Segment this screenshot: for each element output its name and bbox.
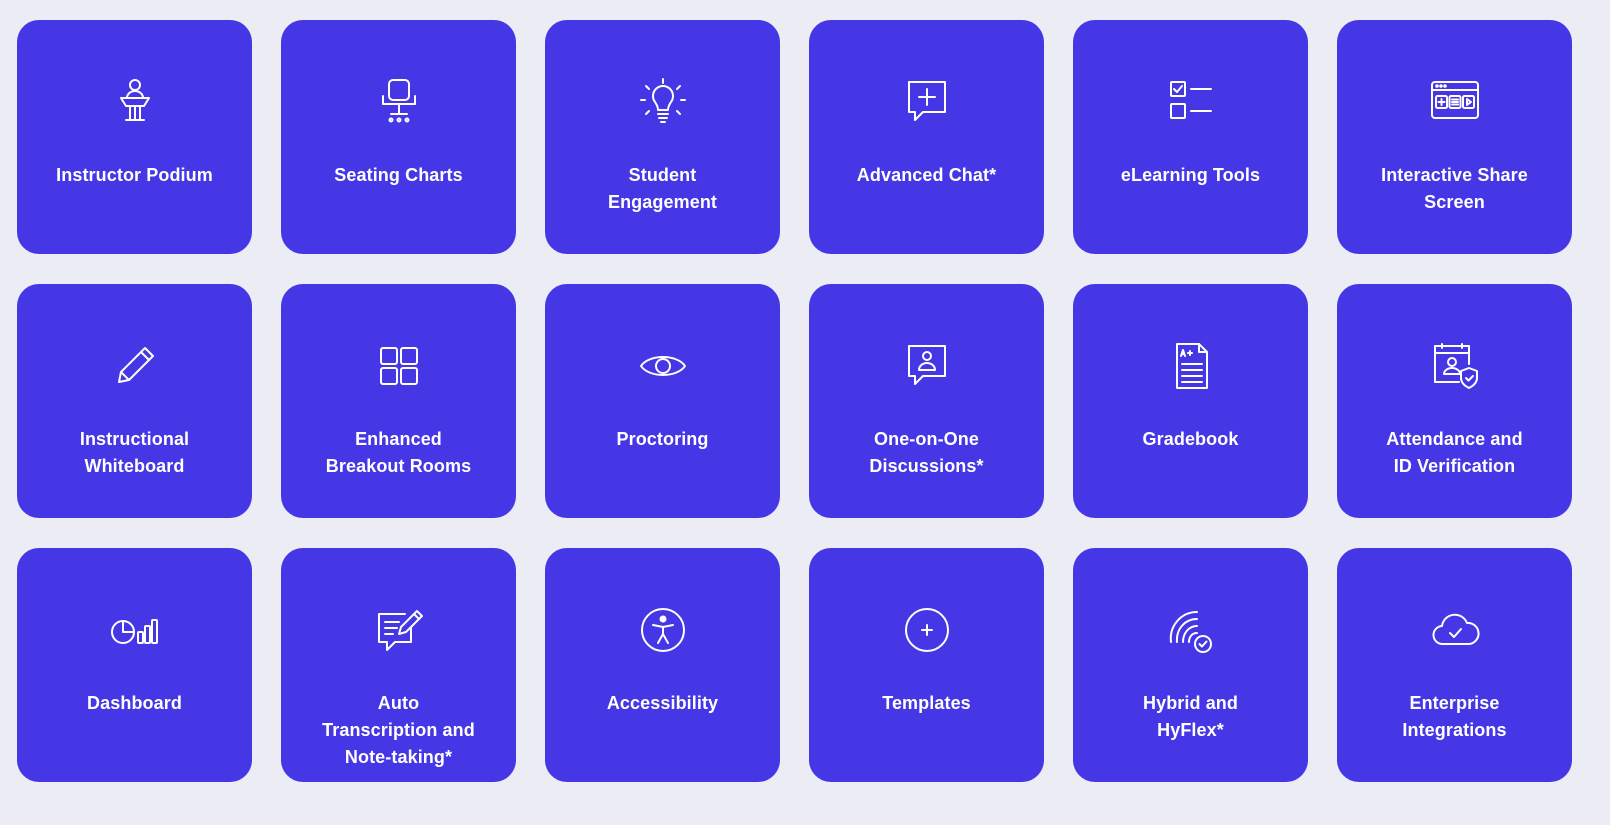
chair-icon	[373, 76, 425, 128]
tile-enhanced-breakout-rooms[interactable]: Enhanced Breakout Rooms	[281, 284, 516, 518]
tile-label: Gradebook	[1142, 429, 1239, 449]
chat-plus-icon	[901, 76, 953, 128]
chat-user-icon	[901, 340, 953, 392]
cloud-check-icon	[1429, 604, 1481, 656]
tile-instructor-podium[interactable]: Instructor Podium	[17, 20, 252, 254]
tile-label: Student Engagement	[607, 165, 718, 212]
tile-label: Instructional Whiteboard	[79, 429, 190, 476]
tile-label: Attendance and ID Verification	[1386, 429, 1523, 476]
tile-label: Accessibility	[606, 693, 719, 713]
tile-label: Instructor Podium	[56, 165, 213, 185]
feature-grid: Instructor Podium Seating Charts Student…	[17, 20, 1572, 782]
tile-label: Dashboard	[87, 693, 182, 713]
tile-elearning-tools[interactable]: eLearning Tools	[1073, 20, 1308, 254]
pie-bars-icon	[109, 604, 161, 656]
browser-controls-icon	[1429, 76, 1481, 128]
tile-interactive-share-screen[interactable]: Interactive Share Screen	[1337, 20, 1572, 254]
accessibility-icon	[637, 604, 689, 656]
tile-label: Advanced Chat*	[856, 165, 997, 185]
tile-instructional-whiteboard[interactable]: Instructional Whiteboard	[17, 284, 252, 518]
tile-label: One-on-One Discussions*	[869, 429, 984, 476]
tile-gradebook[interactable]: Gradebook	[1073, 284, 1308, 518]
tile-advanced-chat[interactable]: Advanced Chat*	[809, 20, 1044, 254]
note-pen-icon	[373, 604, 425, 656]
tile-accessibility[interactable]: Accessibility	[545, 548, 780, 782]
tile-label: Interactive Share Screen	[1381, 165, 1528, 212]
grade-document-icon	[1165, 340, 1217, 392]
tile-auto-transcription[interactable]: Auto Transcription and Note-taking*	[281, 548, 516, 782]
tile-label: Enhanced Breakout Rooms	[325, 429, 472, 476]
lightbulb-icon	[637, 76, 689, 128]
tile-dashboard[interactable]: Dashboard	[17, 548, 252, 782]
pencil-icon	[109, 340, 161, 392]
signal-check-icon	[1165, 604, 1217, 656]
tile-label: Seating Charts	[334, 165, 463, 185]
tile-label: Templates	[882, 693, 971, 713]
tile-hybrid-hyflex[interactable]: Hybrid and HyFlex*	[1073, 548, 1308, 782]
feature-grid-page: Instructor Podium Seating Charts Student…	[0, 0, 1610, 825]
tile-label: Enterprise Integrations	[1402, 693, 1507, 740]
tile-label: eLearning Tools	[1120, 165, 1261, 185]
plus-circle-icon	[901, 604, 953, 656]
eye-icon	[637, 340, 689, 392]
tile-attendance-id-verification[interactable]: Attendance and ID Verification	[1337, 284, 1572, 518]
tile-seating-charts[interactable]: Seating Charts	[281, 20, 516, 254]
tile-label: Proctoring	[616, 429, 709, 449]
tile-label: Auto Transcription and Note-taking*	[322, 693, 475, 767]
tile-enterprise-integrations[interactable]: Enterprise Integrations	[1337, 548, 1572, 782]
grid-icon	[373, 340, 425, 392]
tile-templates[interactable]: Templates	[809, 548, 1044, 782]
checklist-icon	[1165, 76, 1217, 128]
tile-one-on-one-discussions[interactable]: One-on-One Discussions*	[809, 284, 1044, 518]
tile-proctoring[interactable]: Proctoring	[545, 284, 780, 518]
tile-student-engagement[interactable]: Student Engagement	[545, 20, 780, 254]
podium-icon	[109, 76, 161, 128]
id-shield-icon	[1429, 340, 1481, 392]
tile-label: Hybrid and HyFlex*	[1142, 693, 1238, 740]
